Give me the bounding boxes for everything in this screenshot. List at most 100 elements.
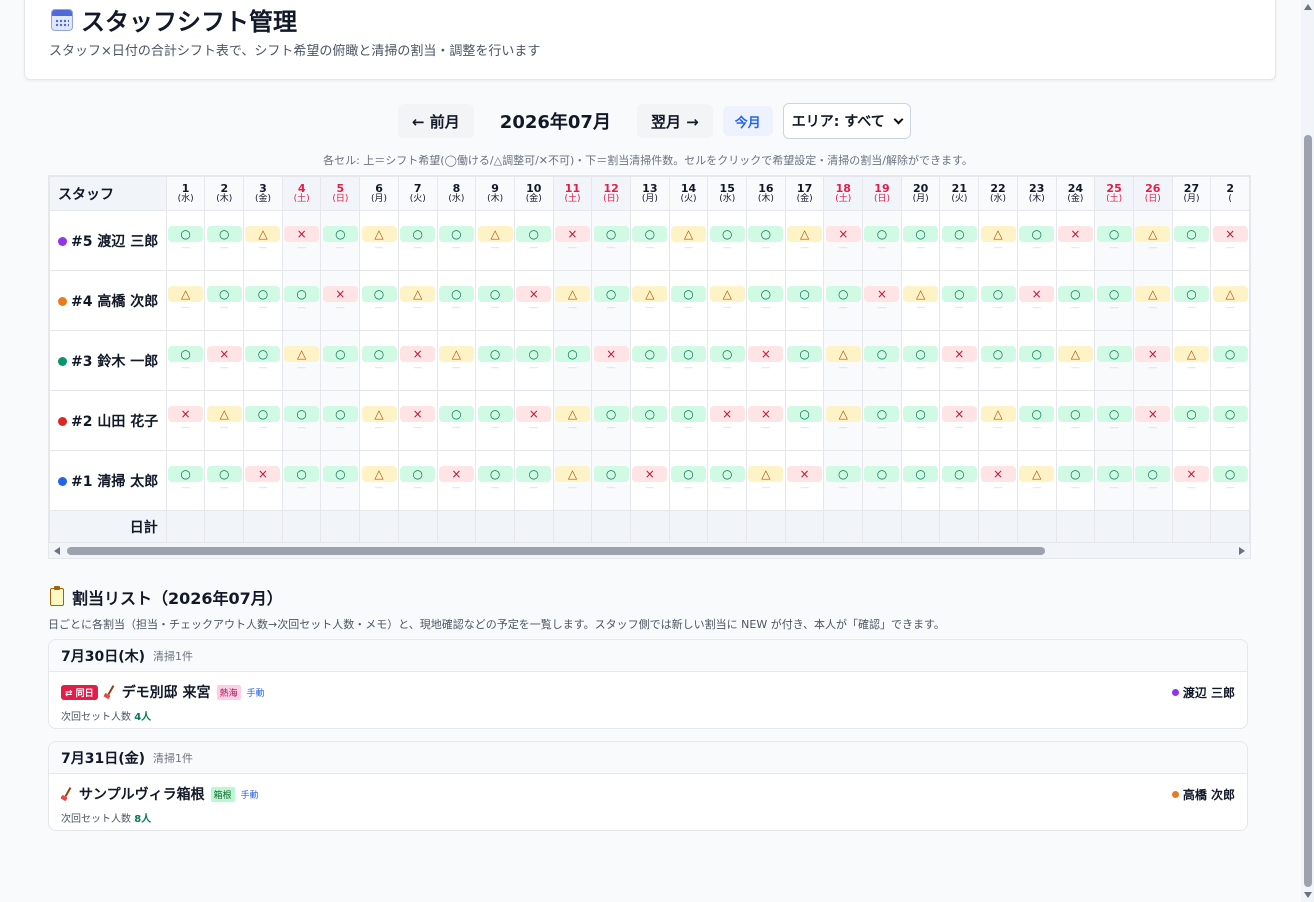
shift-cell[interactable]: ○ — xyxy=(1171,390,1212,451)
shift-cell[interactable]: ○ — xyxy=(243,330,283,391)
scroll-down-icon[interactable] xyxy=(1304,892,1312,898)
shift-cell[interactable]: × — xyxy=(823,210,864,271)
shift-cell[interactable]: ○ — xyxy=(1055,450,1096,511)
shift-cell[interactable]: △ — xyxy=(1132,210,1173,271)
shift-cell[interactable]: ○ — xyxy=(862,330,902,391)
shift-cell[interactable]: ○ — xyxy=(281,390,322,451)
shift-cell[interactable]: △ — xyxy=(552,270,593,331)
shift-cell[interactable]: × — xyxy=(862,270,902,331)
shift-cell[interactable]: ○ — xyxy=(1210,450,1250,511)
shift-cell[interactable]: ○ — xyxy=(707,330,748,391)
shift-cell[interactable]: × — xyxy=(243,450,283,511)
shift-cell[interactable]: ○ — xyxy=(165,450,206,511)
shift-cell[interactable]: ○ — xyxy=(281,450,322,511)
shift-cell[interactable]: × — xyxy=(746,390,786,451)
shift-cell[interactable]: ○ — xyxy=(1016,390,1057,451)
shift-cell[interactable]: ○ — xyxy=(320,210,361,271)
shift-cell[interactable]: ○ — xyxy=(746,270,786,331)
shift-cell[interactable]: △ — xyxy=(1210,270,1250,331)
shift-cell[interactable]: ○ — xyxy=(823,450,864,511)
shift-cell[interactable]: ○ — xyxy=(204,210,245,271)
shift-cell[interactable]: ○ — xyxy=(668,390,709,451)
shift-cell[interactable]: △ — xyxy=(1132,270,1173,331)
shift-cell[interactable]: × — xyxy=(1132,390,1173,451)
shift-cell[interactable]: ○ — xyxy=(475,450,515,511)
shift-cell[interactable]: ○ — xyxy=(862,210,902,271)
shift-cell[interactable]: △ — xyxy=(978,390,1018,451)
shift-cell[interactable]: ○ — xyxy=(900,390,941,451)
shift-cell[interactable]: × — xyxy=(281,210,322,271)
shift-cell[interactable]: △ — xyxy=(978,210,1018,271)
shift-cell[interactable]: ○ — xyxy=(591,210,631,271)
shift-cell[interactable]: ○ — xyxy=(281,270,322,331)
shift-cell[interactable]: × — xyxy=(165,390,206,451)
shift-cell[interactable]: ○ — xyxy=(1094,390,1134,451)
shift-cell[interactable]: × — xyxy=(1210,210,1250,271)
shift-cell[interactable]: ○ — xyxy=(359,330,399,391)
shift-cell[interactable]: △ — xyxy=(475,210,515,271)
shift-cell[interactable]: × — xyxy=(978,450,1018,511)
shift-cell[interactable]: △ — xyxy=(707,270,748,331)
next-month-button[interactable]: 翌月 → xyxy=(636,104,713,138)
shift-cell[interactable]: △ — xyxy=(397,270,438,331)
assignment-item[interactable]: ⇄ 同日 デモ別邸 来宮 熱海 手動 次回セット人数 4人 渡辺 三郎 xyxy=(49,672,1247,728)
scroll-left-icon[interactable] xyxy=(54,547,60,555)
shift-cell[interactable]: △ — xyxy=(784,210,825,271)
shift-cell[interactable]: ○ — xyxy=(475,330,515,391)
shift-cell[interactable]: ○ — xyxy=(436,390,477,451)
shift-cell[interactable]: △ — xyxy=(359,390,399,451)
shift-cell[interactable]: × — xyxy=(513,270,554,331)
shift-cell[interactable]: ○ — xyxy=(978,270,1018,331)
assignee[interactable]: 高橋 次郎 xyxy=(1171,786,1235,803)
shift-cell[interactable]: ○ — xyxy=(939,450,980,511)
shift-cell[interactable]: ○ — xyxy=(900,450,941,511)
shift-cell[interactable]: ○ — xyxy=(1094,330,1134,391)
shift-cell[interactable]: × — xyxy=(320,270,361,331)
shift-cell[interactable]: × — xyxy=(397,390,438,451)
shift-cell[interactable]: ○ — xyxy=(707,210,748,271)
shift-cell[interactable]: ○ — xyxy=(1094,210,1134,271)
shift-cell[interactable]: ○ — xyxy=(204,270,245,331)
shift-cell[interactable]: ○ — xyxy=(862,450,902,511)
shift-cell[interactable]: △ — xyxy=(1055,330,1096,391)
scroll-right-icon[interactable] xyxy=(1239,547,1245,555)
shift-cell[interactable]: ○ — xyxy=(513,330,554,391)
shift-cell[interactable]: ○ — xyxy=(1055,390,1096,451)
shift-cell[interactable]: ○ — xyxy=(629,390,670,451)
shift-cell[interactable]: ○ — xyxy=(1094,270,1134,331)
shift-cell[interactable]: ○ — xyxy=(165,210,206,271)
shift-cell[interactable]: × — xyxy=(1016,270,1057,331)
shift-cell[interactable]: △ — xyxy=(359,450,399,511)
shift-cell[interactable]: ○ — xyxy=(1094,450,1134,511)
shift-cell[interactable]: × — xyxy=(1132,330,1173,391)
shift-cell[interactable]: × — xyxy=(591,330,631,391)
shift-cell[interactable]: × — xyxy=(397,330,438,391)
shift-cell[interactable]: ○ — xyxy=(668,270,709,331)
shift-cell[interactable]: ○ — xyxy=(397,210,438,271)
shift-cell[interactable]: ○ — xyxy=(397,450,438,511)
shift-cell[interactable]: △ — xyxy=(436,330,477,391)
assignment-item[interactable]: サンプルヴィラ箱根 箱根 手動 次回セット人数 8人 高橋 次郎 xyxy=(49,774,1247,830)
shift-cell[interactable]: ○ — xyxy=(243,390,283,451)
shift-cell[interactable]: ○ — xyxy=(707,450,748,511)
shift-cell[interactable]: × — xyxy=(436,450,477,511)
shift-cell[interactable]: ○ — xyxy=(1171,210,1212,271)
shift-cell[interactable]: ○ — xyxy=(320,330,361,391)
shift-cell[interactable]: ○ — xyxy=(668,450,709,511)
assignee[interactable]: 渡辺 三郎 xyxy=(1171,684,1235,701)
shift-cell[interactable]: ○ — xyxy=(1016,210,1057,271)
prev-month-button[interactable]: ← 前月 xyxy=(398,104,474,138)
shift-cell[interactable]: × — xyxy=(513,390,554,451)
shift-cell[interactable]: ○ — xyxy=(513,450,554,511)
shift-cell[interactable]: × — xyxy=(1055,210,1096,271)
shift-cell[interactable]: △ — xyxy=(359,210,399,271)
shift-cell[interactable]: △ — xyxy=(746,450,786,511)
shift-cell[interactable]: ○ — xyxy=(823,270,864,331)
shift-cell[interactable]: ○ — xyxy=(591,390,631,451)
shift-cell[interactable]: ○ — xyxy=(552,330,593,391)
shift-cell[interactable]: △ — xyxy=(900,270,941,331)
shift-cell[interactable]: △ — xyxy=(1171,330,1212,391)
shift-cell[interactable]: ○ — xyxy=(513,210,554,271)
shift-cell[interactable]: △ — xyxy=(243,210,283,271)
shift-cell[interactable]: △ — xyxy=(1016,450,1057,511)
